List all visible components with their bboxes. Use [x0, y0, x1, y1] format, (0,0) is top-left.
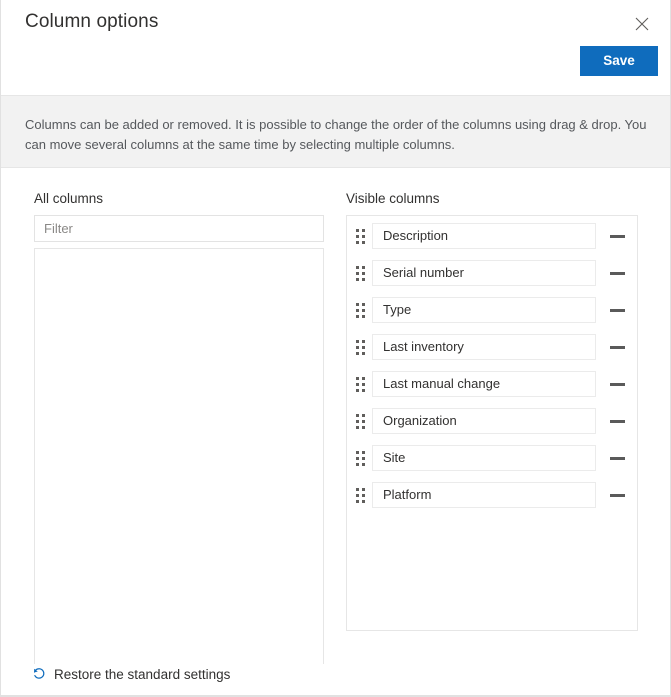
- panel-body: All columns Visible columns Description S…: [1, 168, 670, 666]
- drag-handle-icon[interactable]: [356, 487, 365, 503]
- restore-standard-settings-button[interactable]: Restore the standard settings: [31, 666, 230, 682]
- restore-standard-settings-label: Restore the standard settings: [54, 666, 231, 682]
- visible-column-row[interactable]: Type: [347, 297, 637, 323]
- info-banner-text: Columns can be added or removed. It is p…: [25, 117, 647, 152]
- filter-input[interactable]: [34, 215, 324, 242]
- minus-icon: [609, 382, 625, 386]
- column-name-chip[interactable]: Organization: [372, 408, 596, 434]
- minus-icon: [609, 234, 625, 238]
- drag-handle-icon[interactable]: [356, 450, 365, 466]
- close-button[interactable]: [626, 8, 658, 40]
- minus-icon: [609, 419, 625, 423]
- panel-footer: Restore the standard settings: [1, 664, 670, 696]
- visible-columns-listbox[interactable]: Description Serial number Type Last invento…: [346, 215, 638, 631]
- all-columns-section: All columns: [34, 168, 324, 666]
- info-banner: Columns can be added or removed. It is p…: [1, 95, 670, 168]
- remove-column-button[interactable]: [605, 409, 629, 433]
- close-icon: [635, 17, 649, 31]
- visible-column-row[interactable]: Site: [347, 445, 637, 471]
- column-name-chip[interactable]: Last inventory: [372, 334, 596, 360]
- minus-icon: [609, 345, 625, 349]
- remove-column-button[interactable]: [605, 261, 629, 285]
- minus-icon: [609, 271, 625, 275]
- remove-column-button[interactable]: [605, 224, 629, 248]
- remove-column-button[interactable]: [605, 335, 629, 359]
- column-options-panel: Column options Save Columns can be added…: [0, 0, 671, 697]
- column-name-chip[interactable]: Platform: [372, 482, 596, 508]
- visible-columns-heading: Visible columns: [346, 191, 440, 206]
- column-name-chip[interactable]: Site: [372, 445, 596, 471]
- drag-handle-icon[interactable]: [356, 413, 365, 429]
- drag-handle-icon[interactable]: [356, 265, 365, 281]
- column-name-chip[interactable]: Serial number: [372, 260, 596, 286]
- visible-column-row[interactable]: Serial number: [347, 260, 637, 286]
- minus-icon: [609, 308, 625, 312]
- minus-icon: [609, 456, 625, 460]
- remove-column-button[interactable]: [605, 446, 629, 470]
- visible-column-row[interactable]: Last manual change: [347, 371, 637, 397]
- visible-column-row[interactable]: Last inventory: [347, 334, 637, 360]
- drag-handle-icon[interactable]: [356, 376, 365, 392]
- visible-column-row[interactable]: Description: [347, 223, 637, 249]
- visible-column-row[interactable]: Platform: [347, 482, 637, 508]
- drag-handle-icon[interactable]: [356, 302, 365, 318]
- all-columns-heading: All columns: [34, 191, 104, 206]
- visible-columns-section: Visible columns Description Serial number…: [346, 168, 638, 631]
- remove-column-button[interactable]: [605, 298, 629, 322]
- column-name-chip[interactable]: Description: [372, 223, 596, 249]
- column-name-chip[interactable]: Type: [372, 297, 596, 323]
- column-name-chip[interactable]: Last manual change: [372, 371, 596, 397]
- visible-column-row[interactable]: Organization: [347, 408, 637, 434]
- undo-arrow-icon: [31, 666, 47, 682]
- page-title: Column options: [25, 11, 159, 32]
- panel-header: Column options Save: [1, 0, 670, 95]
- all-columns-listbox[interactable]: [34, 248, 324, 666]
- remove-column-button[interactable]: [605, 483, 629, 507]
- drag-handle-icon[interactable]: [356, 339, 365, 355]
- minus-icon: [609, 493, 625, 497]
- drag-handle-icon[interactable]: [356, 228, 365, 244]
- save-button[interactable]: Save: [580, 46, 658, 76]
- remove-column-button[interactable]: [605, 372, 629, 396]
